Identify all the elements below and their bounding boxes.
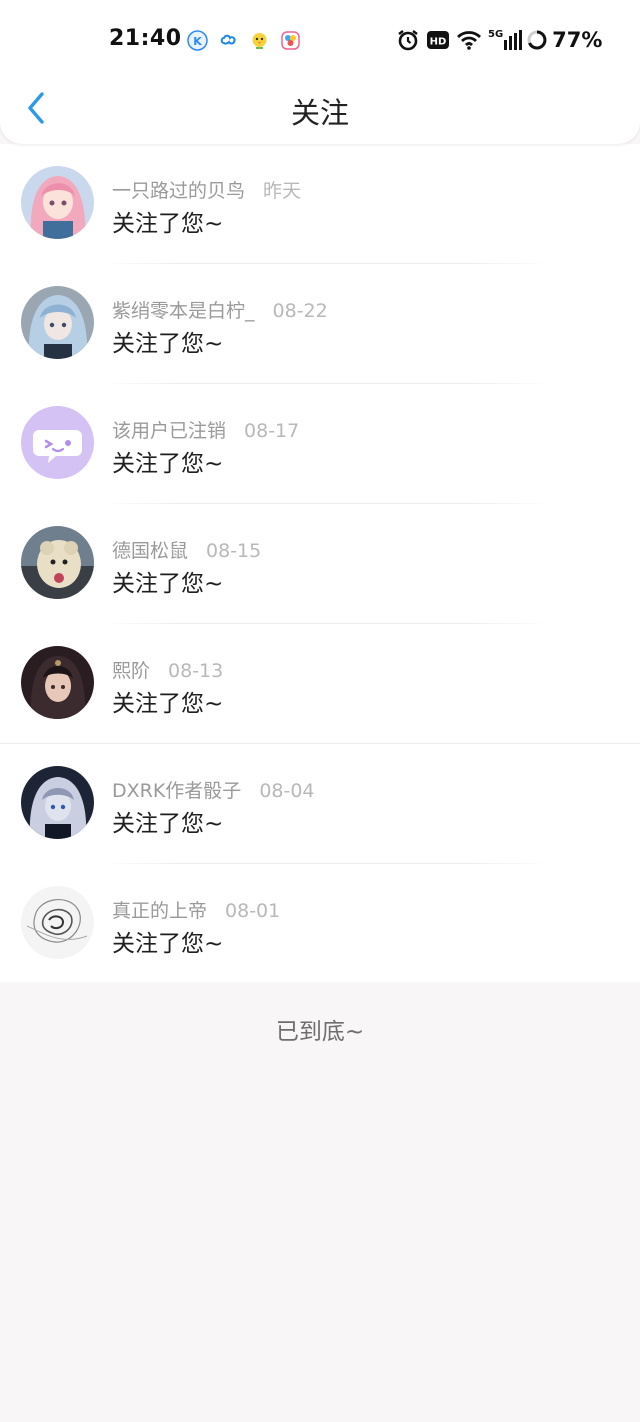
notification-header: 该用户已注销 08-17 xyxy=(112,416,299,443)
user-name[interactable]: 该用户已注销 xyxy=(112,420,226,442)
notification-message: 关注了您~ xyxy=(112,211,224,237)
notification-date: 08-17 xyxy=(244,420,300,442)
end-of-list-text: 已到底~ xyxy=(275,1019,365,1045)
user-name[interactable]: 真正的上帝 xyxy=(112,900,207,922)
list-item[interactable]: DXRK作者骰子 08-04 关注了您~ xyxy=(0,744,640,864)
avatar[interactable] xyxy=(21,886,94,959)
avatar[interactable] xyxy=(21,526,94,599)
signal-icon xyxy=(504,30,523,50)
avatar[interactable] xyxy=(21,646,94,719)
page-title: 关注 xyxy=(290,96,349,130)
avatar[interactable] xyxy=(21,166,94,239)
notification-date: 昨天 xyxy=(263,180,302,202)
notification-date: 08-22 xyxy=(272,300,328,322)
battery-level: 77% xyxy=(552,28,603,52)
notification-message: 关注了您~ xyxy=(112,811,224,837)
user-name[interactable]: 熙阶 xyxy=(112,660,150,682)
notification-date: 08-01 xyxy=(225,900,281,922)
notification-message: 关注了您~ xyxy=(112,331,224,357)
battery-ring-icon xyxy=(527,30,547,50)
avatar[interactable] xyxy=(21,286,94,359)
system-icons: HD 5G 77% xyxy=(396,28,602,52)
notification-header: 一只路过的贝鸟 昨天 xyxy=(112,176,301,203)
cloud-app-icon xyxy=(218,30,239,51)
user-name[interactable]: 德国松鼠 xyxy=(112,540,188,562)
follower-notification-list: 一只路过的贝鸟 昨天 关注了您~ 紫绡零本是白柠_ 08-22 关注了您~ 该用户已… xyxy=(0,144,640,982)
list-item[interactable]: 一只路过的贝鸟 昨天 关注了您~ xyxy=(0,144,640,264)
notification-date: 08-04 xyxy=(259,780,315,802)
status-time: 21:40 xyxy=(109,26,182,51)
notification-header: DXRK作者骰子 08-04 xyxy=(112,776,315,803)
notification-message: 关注了您~ xyxy=(112,571,224,597)
notification-date: 08-13 xyxy=(168,660,224,682)
svg-text:K: K xyxy=(193,35,202,48)
chick-app-icon xyxy=(249,30,270,51)
list-item[interactable]: 德国松鼠 08-15 关注了您~ xyxy=(0,504,640,624)
notification-date: 08-15 xyxy=(206,540,262,562)
notification-message: 关注了您~ xyxy=(112,931,224,957)
user-name[interactable]: DXRK作者骰子 xyxy=(112,780,241,802)
list-item[interactable]: 该用户已注销 08-17 关注了您~ xyxy=(0,384,640,504)
default-avatar[interactable] xyxy=(21,406,94,479)
notification-header: 紫绡零本是白柠_ 08-22 xyxy=(112,296,328,323)
list-item[interactable]: 熙阶 08-13 关注了您~ xyxy=(0,624,640,744)
hd-icon: HD xyxy=(427,31,449,49)
notification-app-icons: K xyxy=(187,30,301,51)
nav-bar: 关注 xyxy=(0,80,640,140)
user-name[interactable]: 一只路过的贝鸟 xyxy=(112,180,245,202)
alarm-icon xyxy=(398,30,418,51)
photo-app-icon xyxy=(280,30,301,51)
network-type: 5G xyxy=(488,28,504,40)
notification-message: 关注了您~ xyxy=(112,451,224,477)
top-card: 21:40 K HD 5G 77% 关注 xyxy=(0,0,640,144)
user-name[interactable]: 紫绡零本是白柠_ xyxy=(112,300,255,322)
list-item[interactable]: 紫绡零本是白柠_ 08-22 关注了您~ xyxy=(0,264,640,384)
avatar[interactable] xyxy=(21,766,94,839)
notification-header: 德国松鼠 08-15 xyxy=(112,536,261,563)
notification-header: 熙阶 08-13 xyxy=(112,656,223,683)
notification-header: 真正的上帝 08-01 xyxy=(112,896,280,923)
svg-text:HD: HD xyxy=(430,37,447,48)
wifi-icon xyxy=(457,31,481,50)
status-bar: 21:40 K HD 5G 77% xyxy=(0,22,640,60)
notification-message: 关注了您~ xyxy=(112,691,224,717)
kugou-app-icon: K xyxy=(187,30,208,51)
list-item[interactable]: 真正的上帝 08-01 关注了您~ xyxy=(0,864,640,984)
